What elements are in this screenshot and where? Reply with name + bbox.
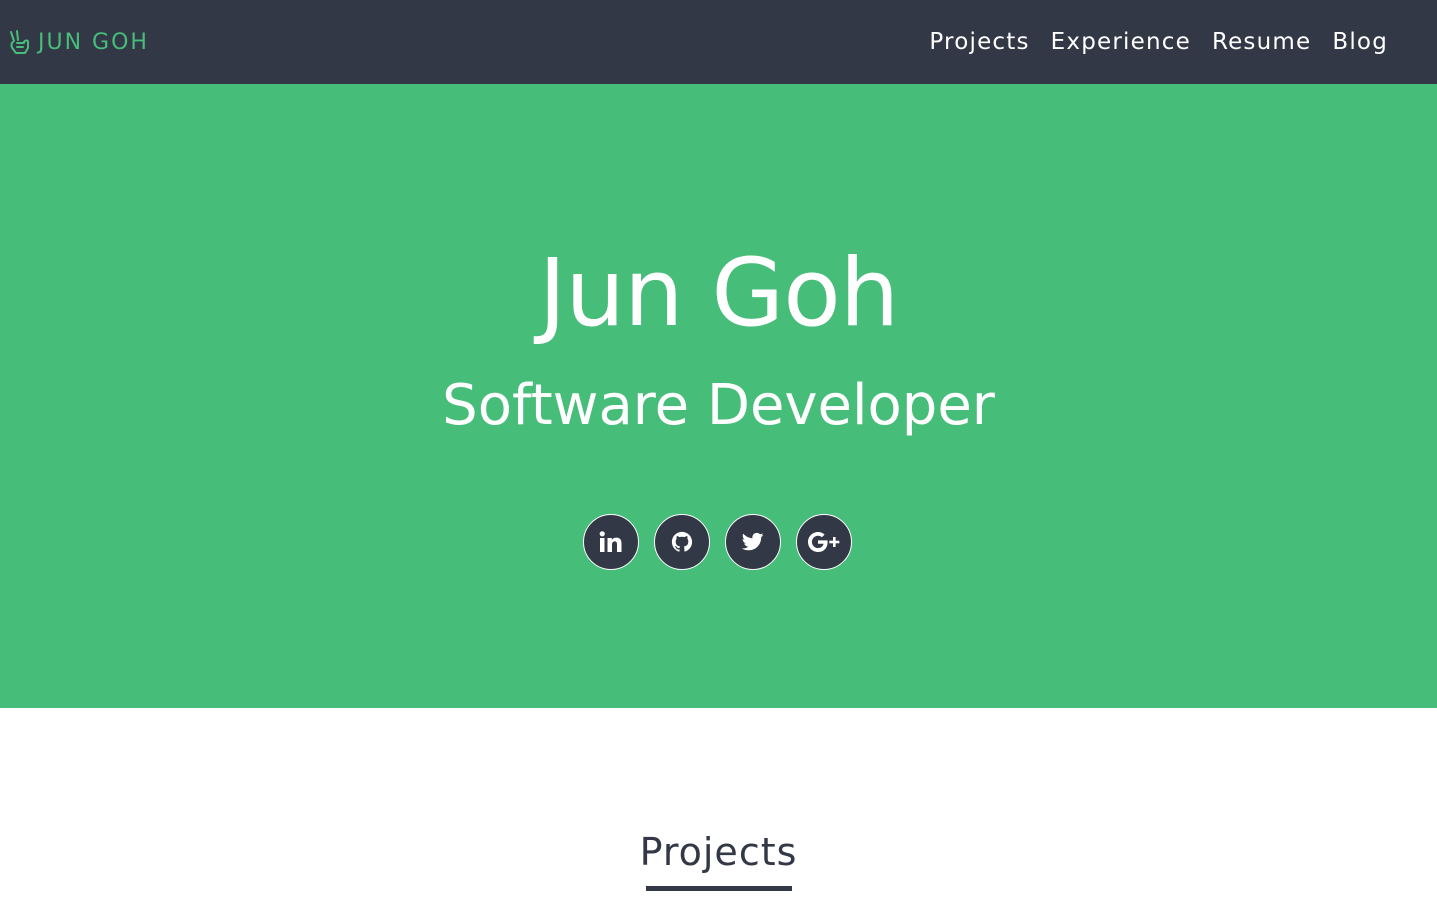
hero-banner: Jun Goh Software Developer [0,84,1437,708]
nav-link-resume[interactable]: Resume [1212,29,1311,55]
social-links [583,514,852,570]
google-plus-button[interactable] [796,514,852,570]
nav-menu: Projects Experience Resume Blog [908,26,1388,58]
twitter-icon [742,532,764,552]
top-navbar: JUN GOH Projects Experience Resume Blog [0,0,1437,84]
projects-heading-underline [646,886,792,891]
projects-section-heading: Projects [639,830,798,874]
google-plus-icon [807,531,841,553]
nav-link-blog[interactable]: Blog [1332,29,1388,55]
brand-logo-link[interactable]: JUN GOH [8,27,149,57]
hero-job-title: Software Developer [442,373,995,438]
nav-link-projects[interactable]: Projects [929,29,1029,55]
twitter-button[interactable] [725,514,781,570]
linkedin-icon [599,531,623,553]
peace-hand-icon [8,29,32,55]
brand-name: JUN GOH [38,29,149,55]
linkedin-button[interactable] [583,514,639,570]
github-icon [671,531,693,553]
nav-link-experience[interactable]: Experience [1051,29,1191,55]
github-button[interactable] [654,514,710,570]
hero-name: Jun Goh [538,239,900,348]
